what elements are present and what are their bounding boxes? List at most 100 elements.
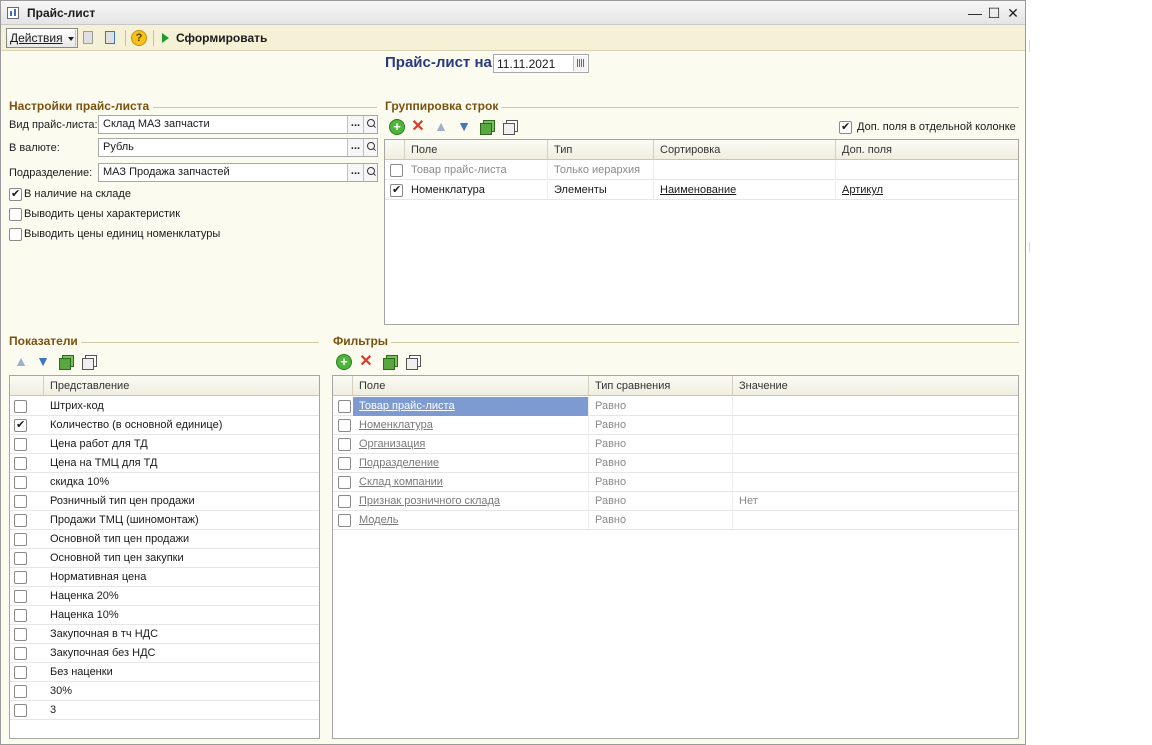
row-checkbox[interactable]	[390, 183, 403, 197]
type-cell[interactable]: Только иерархия	[548, 161, 654, 180]
row-checkbox[interactable]	[14, 666, 27, 679]
table-row[interactable]: Номенклатура Равно	[333, 416, 1018, 435]
table-row[interactable]: Нормативная цена	[10, 568, 319, 587]
row-checkbox[interactable]	[390, 164, 403, 177]
filter-compare-cell[interactable]: Равно	[589, 473, 733, 492]
table-row[interactable]: Организация Равно	[333, 435, 1018, 454]
filter-field-cell[interactable]: Товар прайс-листа	[353, 397, 589, 416]
close-button[interactable]: ✕	[1005, 5, 1021, 21]
row-checkbox[interactable]	[338, 400, 351, 413]
filter-field-cell[interactable]: Номенклатура	[353, 416, 589, 435]
row-checkbox[interactable]	[14, 457, 27, 470]
table-row[interactable]: Количество (в основной единице)	[10, 416, 319, 435]
row-checkbox[interactable]	[14, 514, 27, 527]
table-row[interactable]: Закупочная в тч НДС	[10, 625, 319, 644]
row-checkbox[interactable]	[14, 647, 27, 660]
table-row[interactable]: Цена работ для ТД	[10, 435, 319, 454]
move-up-icon[interactable]: ▲	[13, 354, 29, 370]
column-header[interactable]: Сортировка	[654, 140, 836, 160]
delete-icon[interactable]: ✕	[410, 119, 426, 135]
row-checkbox[interactable]	[14, 418, 27, 432]
price-list-kind-field[interactable]: Склад МАЗ запчасти ...	[98, 115, 378, 134]
row-checkbox[interactable]	[338, 419, 351, 432]
table-row[interactable]: Продажи ТМЦ (шиномонтаж)	[10, 511, 319, 530]
column-header[interactable]: Тип сравнения	[589, 376, 733, 396]
table-row[interactable]: Основной тип цен продажи	[10, 530, 319, 549]
filter-value-cell[interactable]	[733, 511, 1018, 530]
add-icon[interactable]: +	[336, 354, 352, 370]
filter-compare-cell[interactable]: Равно	[589, 492, 733, 511]
filter-field-cell[interactable]: Модель	[353, 511, 589, 530]
filter-compare-cell[interactable]: Равно	[589, 435, 733, 454]
select-button[interactable]: ...	[347, 139, 363, 156]
row-checkbox[interactable]	[14, 400, 27, 413]
sort-cell[interactable]: Наименование	[654, 181, 836, 200]
row-checkbox[interactable]	[14, 533, 27, 546]
row-checkbox[interactable]	[14, 552, 27, 565]
row-checkbox[interactable]	[14, 571, 27, 584]
move-down-icon[interactable]: ▼	[35, 354, 51, 370]
maximize-button[interactable]: ☐	[986, 5, 1002, 21]
table-row[interactable]: Признак розничного склада Равно Нет	[333, 492, 1018, 511]
sort-cell[interactable]	[654, 161, 836, 180]
table-row[interactable]: Товар прайс-листа Равно	[333, 397, 1018, 416]
settings-checkbox[interactable]	[9, 228, 22, 241]
column-header[interactable]: Представление	[44, 376, 319, 396]
table-row[interactable]: Штрих-код	[10, 397, 319, 416]
table-row[interactable]: Цена на ТМЦ для ТД	[10, 454, 319, 473]
filter-field-cell[interactable]: Организация	[353, 435, 589, 454]
row-checkbox[interactable]	[338, 476, 351, 489]
filter-value-cell[interactable]	[733, 435, 1018, 454]
restore-settings-icon[interactable]	[102, 29, 120, 47]
move-down-icon[interactable]: ▼	[456, 119, 472, 135]
row-checkbox[interactable]	[338, 438, 351, 451]
table-row[interactable]: 3	[10, 701, 319, 720]
table-row[interactable]: Модель Равно	[333, 511, 1018, 530]
table-row[interactable]: скидка 10%	[10, 473, 319, 492]
save-settings-icon[interactable]	[80, 29, 98, 47]
select-button[interactable]: ...	[347, 116, 363, 133]
filter-field-cell[interactable]: Признак розничного склада	[353, 492, 589, 511]
row-checkbox[interactable]	[14, 590, 27, 603]
row-checkbox[interactable]	[338, 514, 351, 527]
table-row[interactable]: Без наценки	[10, 663, 319, 682]
search-icon[interactable]	[363, 164, 377, 181]
calendar-icon[interactable]	[573, 56, 587, 71]
uncheck-all-icon[interactable]	[502, 119, 518, 135]
filter-compare-cell[interactable]: Равно	[589, 454, 733, 473]
row-checkbox[interactable]	[338, 495, 351, 508]
table-row[interactable]: 30%	[10, 682, 319, 701]
filter-compare-cell[interactable]: Равно	[589, 397, 733, 416]
column-header[interactable]: Поле	[405, 140, 548, 160]
move-up-icon[interactable]: ▲	[433, 119, 449, 135]
check-all-icon[interactable]	[58, 354, 74, 370]
settings-checkbox[interactable]	[9, 187, 22, 201]
row-checkbox[interactable]	[14, 495, 27, 508]
generate-button[interactable]: Сформировать	[176, 31, 267, 45]
date-field[interactable]: 11.11.2021	[493, 54, 589, 73]
filter-value-cell[interactable]	[733, 397, 1018, 416]
select-button[interactable]: ...	[347, 164, 363, 181]
table-row[interactable]: Розничный тип цен продажи	[10, 492, 319, 511]
table-row[interactable]: Подразделение Равно	[333, 454, 1018, 473]
extra-fields-checkbox[interactable]	[839, 120, 852, 134]
row-checkbox[interactable]	[14, 704, 27, 717]
table-row[interactable]: Склад компании Равно	[333, 473, 1018, 492]
filter-value-cell[interactable]	[733, 473, 1018, 492]
field-cell[interactable]: Номенклатура	[405, 181, 548, 200]
column-header[interactable]: Доп. поля	[836, 140, 1018, 160]
check-all-icon[interactable]	[479, 119, 495, 135]
filter-value-cell[interactable]: Нет	[733, 492, 1018, 511]
search-icon[interactable]	[363, 139, 377, 156]
table-row[interactable]: Закупочная без НДС	[10, 644, 319, 663]
settings-checkbox[interactable]	[9, 208, 22, 221]
currency-field[interactable]: Рубль ...	[98, 138, 378, 157]
table-row[interactable]: Номенклатура Элементы Наименование Артикул	[385, 181, 1018, 200]
type-cell[interactable]: Элементы	[548, 181, 654, 200]
search-icon[interactable]	[363, 116, 377, 133]
uncheck-all-icon[interactable]	[81, 354, 97, 370]
delete-icon[interactable]: ✕	[358, 354, 374, 370]
help-icon[interactable]: ?	[130, 29, 148, 47]
extra-cell[interactable]	[836, 161, 1018, 180]
check-all-icon[interactable]	[382, 354, 398, 370]
